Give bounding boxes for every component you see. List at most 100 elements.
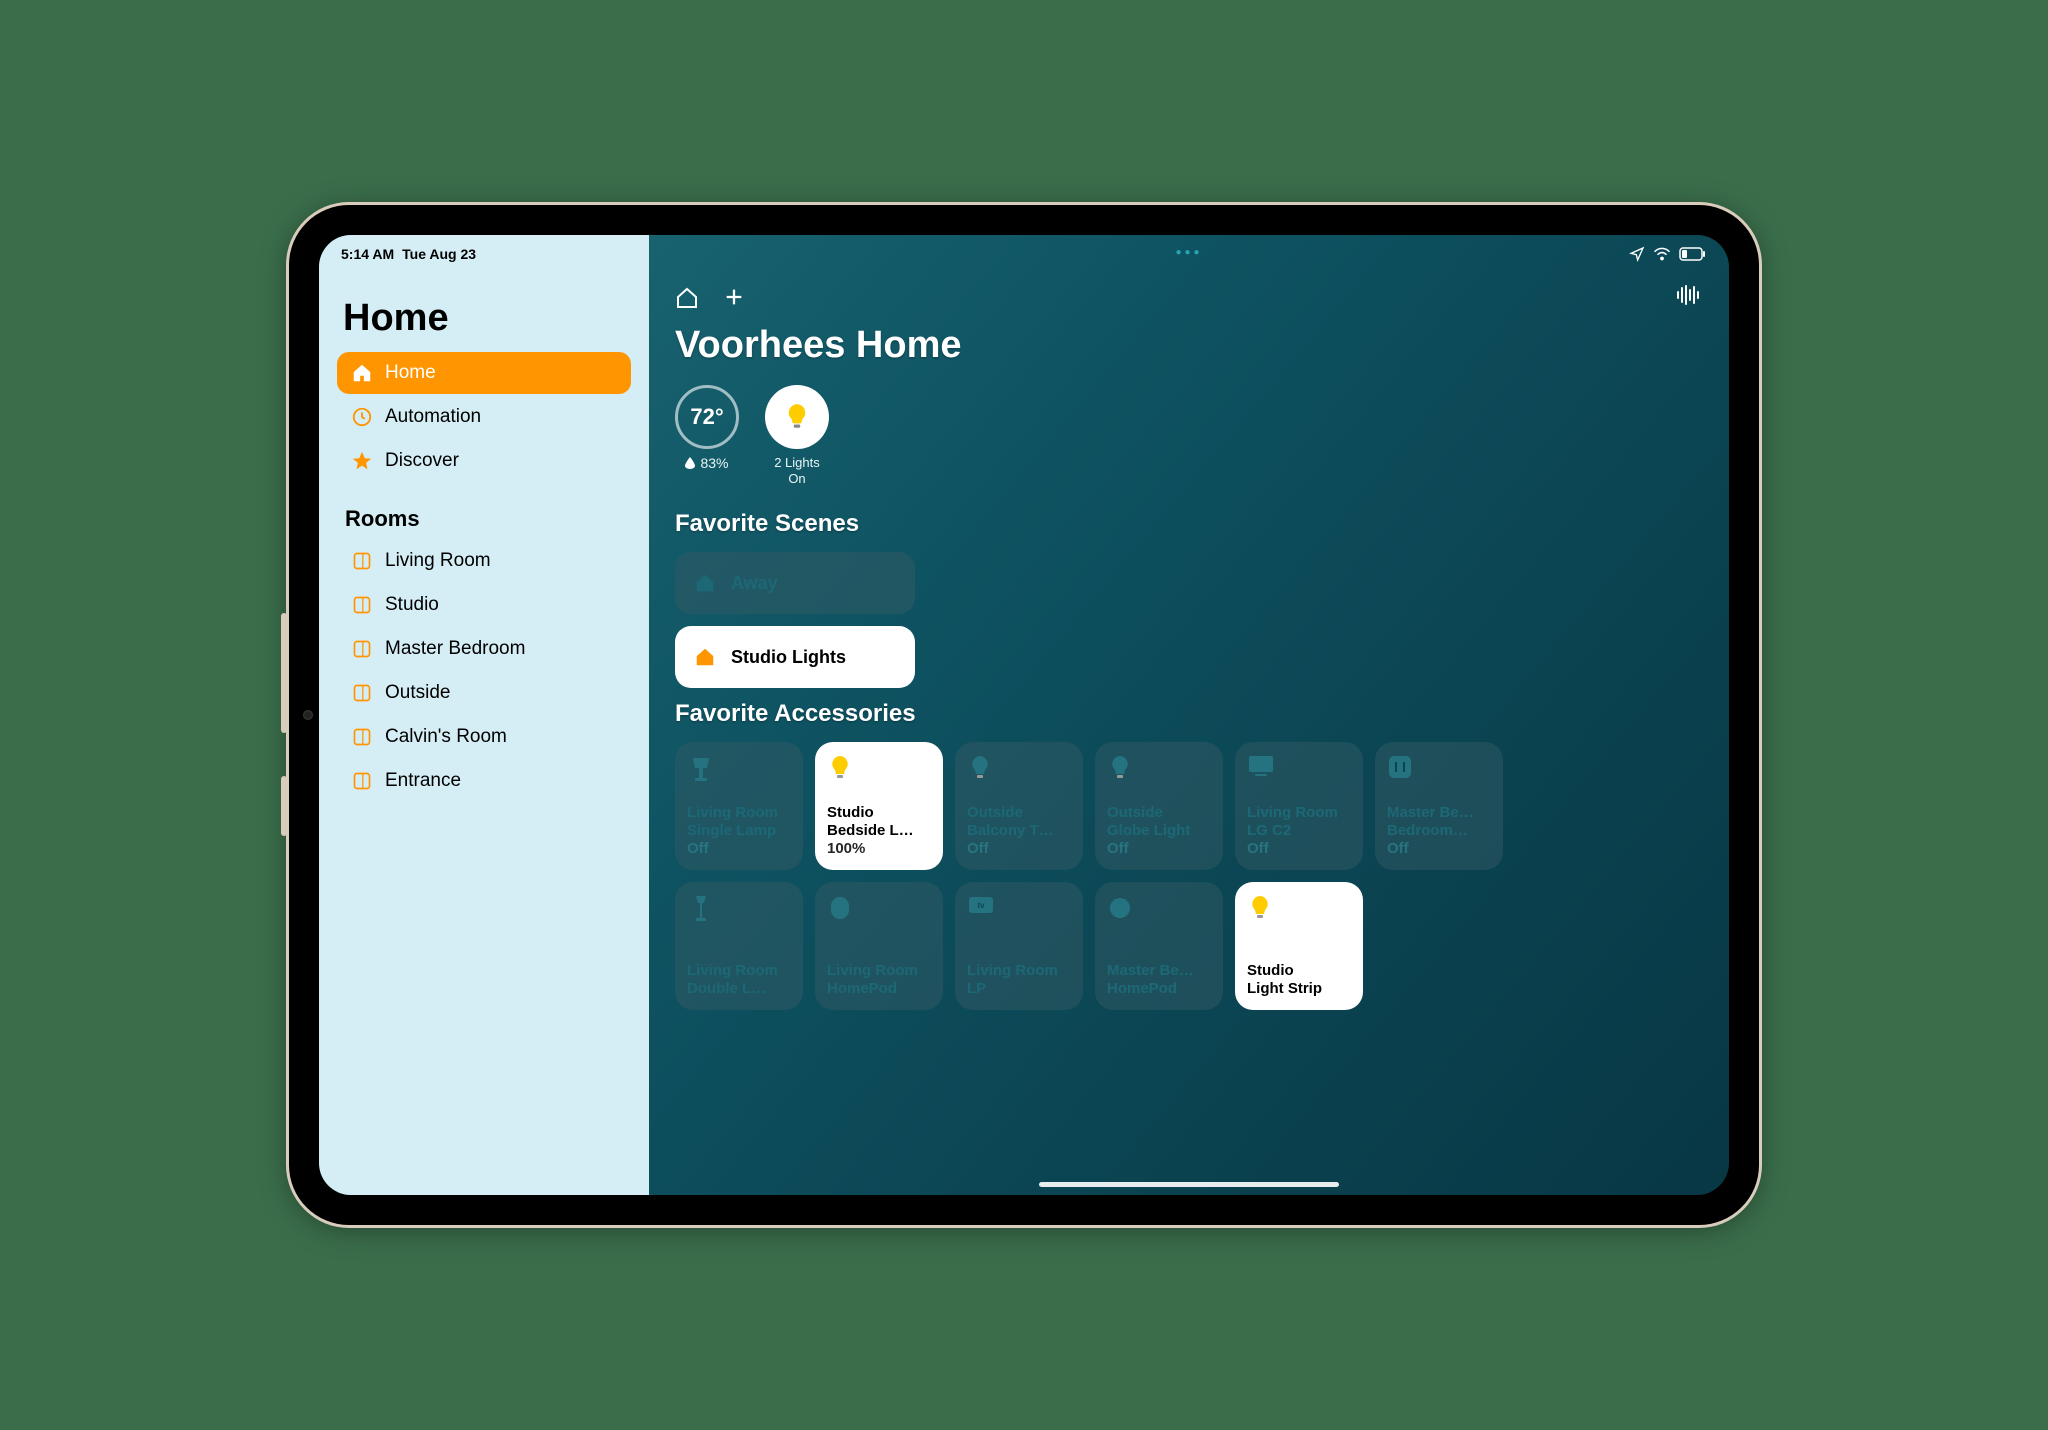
- drop-icon: [685, 457, 695, 469]
- accessory-room: Studio: [827, 804, 931, 822]
- scene-card[interactable]: Studio Lights: [675, 626, 915, 688]
- sidebar-room-item[interactable]: Living Room: [337, 540, 631, 582]
- accessory-status: Off: [967, 840, 1071, 858]
- accessory-status: Off: [1247, 840, 1351, 858]
- room-label: Entrance: [385, 770, 461, 792]
- room-label: Outside: [385, 682, 450, 704]
- sidebar-item-discover[interactable]: Discover: [337, 440, 631, 482]
- accessories-grid: Living RoomSingle LampOffStudioBedside L…: [675, 742, 1703, 1010]
- sidebar-room-item[interactable]: Entrance: [337, 760, 631, 802]
- sidebar-item-label: Home: [385, 362, 436, 384]
- accessory-status: 100%: [827, 840, 931, 858]
- status-date: Tue Aug 23: [402, 246, 476, 262]
- house-icon: [693, 645, 717, 669]
- accessory-tile[interactable]: Living RoomSingle LampOff: [675, 742, 803, 870]
- floorlamp-icon: [687, 894, 715, 922]
- room-icon: [351, 682, 373, 704]
- accessory-name: LP: [967, 980, 1071, 998]
- temperature-tile[interactable]: 72°: [675, 385, 739, 449]
- sidebar-item-automation[interactable]: Automation: [337, 396, 631, 438]
- bulb-icon: [827, 754, 855, 782]
- accessory-room: Master Be…: [1387, 804, 1491, 822]
- temperature-value: 72°: [690, 404, 723, 430]
- sidebar-room-item[interactable]: Studio: [337, 584, 631, 626]
- sidebar-room-item[interactable]: Master Bedroom: [337, 628, 631, 670]
- accessory-name: Double L…: [687, 980, 791, 998]
- accessory-name: Light Strip: [1247, 980, 1351, 998]
- accessory-room: Master Be…: [1107, 962, 1211, 980]
- accessory-tile[interactable]: tv Living RoomLP: [955, 882, 1083, 1010]
- scene-card[interactable]: Away: [675, 552, 915, 614]
- lamp-icon: [687, 754, 715, 782]
- sidebar-room-item[interactable]: Outside: [337, 672, 631, 714]
- accessory-name: Single Lamp: [687, 822, 791, 840]
- sidebar-item-label: Automation: [385, 406, 481, 428]
- accessory-room: Studio: [1247, 962, 1351, 980]
- humidity-row: 83%: [685, 455, 728, 471]
- accessory-tile[interactable]: Living RoomLG C2Off: [1235, 742, 1363, 870]
- add-button-icon[interactable]: [723, 286, 747, 310]
- room-icon: [351, 770, 373, 792]
- sidebar-title: Home: [343, 297, 631, 340]
- accessory-room: Outside: [1107, 804, 1211, 822]
- toolbar: [675, 275, 1703, 322]
- room-icon: [351, 638, 373, 660]
- accessory-tile[interactable]: StudioBedside L…100%: [815, 742, 943, 870]
- accessory-tile[interactable]: Living RoomDouble L…: [675, 882, 803, 1010]
- accessory-tile[interactable]: Master Be…Bedroom…Off: [1375, 742, 1503, 870]
- appletv-icon: tv: [967, 894, 995, 922]
- home-indicator[interactable]: [1039, 1182, 1339, 1187]
- scenes-header: Favorite Scenes: [675, 510, 1703, 538]
- scene-label: Studio Lights: [731, 647, 846, 668]
- bulb-icon: [784, 402, 810, 432]
- homepod-icon: [827, 894, 855, 922]
- accessory-tile[interactable]: Living RoomHomePod: [815, 882, 943, 1010]
- accessory-tile[interactable]: OutsideGlobe LightOff: [1095, 742, 1223, 870]
- lights-on-tile[interactable]: [765, 385, 829, 449]
- humidity-value: 83%: [700, 455, 728, 471]
- sidebar-room-item[interactable]: Calvin's Room: [337, 716, 631, 758]
- sidebar-item-home[interactable]: Home: [337, 352, 631, 394]
- accessory-name: HomePod: [827, 980, 931, 998]
- lights-status-label: 2 Lights On: [774, 455, 820, 486]
- room-label: Calvin's Room: [385, 726, 507, 748]
- accessory-tile[interactable]: Master Be…HomePod: [1095, 882, 1223, 1010]
- bulb-icon: [1107, 754, 1135, 782]
- accessory-status: Off: [1387, 840, 1491, 858]
- accessory-status: Off: [687, 840, 791, 858]
- accessory-name: Balcony T…: [967, 822, 1071, 840]
- status-time: 5:14 AM: [341, 246, 394, 262]
- house-icon: [693, 571, 717, 595]
- accessory-status: Off: [1107, 840, 1211, 858]
- intercom-icon[interactable]: [1675, 294, 1703, 311]
- bulb-icon: [967, 754, 995, 782]
- accessory-name: HomePod: [1107, 980, 1211, 998]
- accessory-room: Living Room: [687, 804, 791, 822]
- accessory-room: Living Room: [967, 962, 1071, 980]
- location-icon: [1629, 246, 1645, 262]
- room-icon: [351, 550, 373, 572]
- room-icon: [351, 726, 373, 748]
- accessory-room: Living Room: [687, 962, 791, 980]
- tv-icon: [1247, 754, 1275, 782]
- house-icon: [351, 362, 373, 384]
- screen: 5:14 AM Tue Aug 23 Home Home: [319, 235, 1729, 1195]
- accessory-name: Bedside L…: [827, 822, 931, 840]
- accessory-name: Globe Light: [1107, 822, 1211, 840]
- room-icon: [351, 594, 373, 616]
- accessory-room: Living Room: [1247, 804, 1351, 822]
- main-content: ●●●: [649, 235, 1729, 1195]
- accessory-name: LG C2: [1247, 822, 1351, 840]
- home-title: Voorhees Home: [675, 324, 1703, 367]
- home-button-icon[interactable]: [675, 286, 699, 310]
- accessory-room: Outside: [967, 804, 1071, 822]
- wifi-icon: [1653, 247, 1671, 261]
- accessory-tile[interactable]: StudioLight Strip: [1235, 882, 1363, 1010]
- accessory-tile[interactable]: OutsideBalcony T…Off: [955, 742, 1083, 870]
- room-label: Master Bedroom: [385, 638, 525, 660]
- ipad-frame: 5:14 AM Tue Aug 23 Home Home: [289, 205, 1759, 1225]
- sidebar: Home Home Automation: [319, 235, 649, 1195]
- scene-label: Away: [731, 573, 778, 594]
- sidebar-item-label: Discover: [385, 450, 459, 472]
- bulb-icon: [1247, 894, 1275, 922]
